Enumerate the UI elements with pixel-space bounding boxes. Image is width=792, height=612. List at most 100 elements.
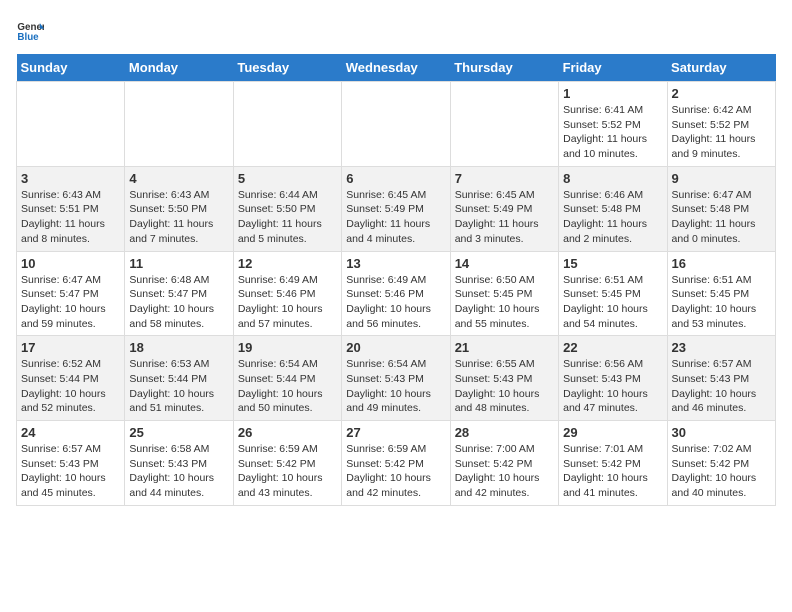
cell-content-line: Daylight: 10 hours and 56 minutes. [346,302,445,331]
cell-content-line: Sunset: 5:49 PM [346,202,445,217]
cell-content-line: Daylight: 10 hours and 44 minutes. [129,471,228,500]
cell-content-line: Daylight: 10 hours and 45 minutes. [21,471,120,500]
cell-content-line: Sunrise: 6:54 AM [346,357,445,372]
cell-content-line: Daylight: 10 hours and 49 minutes. [346,387,445,416]
header: General Blue [16,16,776,44]
logo-icon: General Blue [16,16,44,44]
cell-content-line: Sunset: 5:42 PM [346,457,445,472]
header-day-thursday: Thursday [450,54,558,82]
cell-content-line: Daylight: 10 hours and 55 minutes. [455,302,554,331]
cell-content-line: Sunrise: 6:41 AM [563,103,662,118]
header-day-sunday: Sunday [17,54,125,82]
cell-content-line: Sunset: 5:43 PM [129,457,228,472]
cell-content-line: Daylight: 11 hours and 10 minutes. [563,132,662,161]
cell-content-line: Sunset: 5:48 PM [672,202,771,217]
cell-content-line: Daylight: 10 hours and 59 minutes. [21,302,120,331]
cell-content-line: Sunset: 5:51 PM [21,202,120,217]
cell-content-line: Daylight: 10 hours and 50 minutes. [238,387,337,416]
day-number: 29 [563,425,662,440]
empty-cell [17,82,125,167]
cell-content-line: Sunrise: 6:58 AM [129,442,228,457]
day-cell-23: 23Sunrise: 6:57 AMSunset: 5:43 PMDayligh… [667,336,775,421]
empty-cell [342,82,450,167]
header-day-monday: Monday [125,54,233,82]
day-cell-27: 27Sunrise: 6:59 AMSunset: 5:42 PMDayligh… [342,421,450,506]
cell-content-line: Daylight: 10 hours and 51 minutes. [129,387,228,416]
cell-content-line: Sunrise: 6:42 AM [672,103,771,118]
cell-content-line: Sunrise: 6:53 AM [129,357,228,372]
cell-content-line: Sunrise: 6:51 AM [672,273,771,288]
cell-content-line: Sunrise: 6:44 AM [238,188,337,203]
day-number: 21 [455,340,554,355]
day-cell-19: 19Sunrise: 6:54 AMSunset: 5:44 PMDayligh… [233,336,341,421]
cell-content-line: Sunset: 5:43 PM [563,372,662,387]
cell-content-line: Daylight: 10 hours and 46 minutes. [672,387,771,416]
cell-content-line: Daylight: 11 hours and 8 minutes. [21,217,120,246]
cell-content-line: Sunset: 5:42 PM [672,457,771,472]
day-cell-10: 10Sunrise: 6:47 AMSunset: 5:47 PMDayligh… [17,251,125,336]
day-number: 26 [238,425,337,440]
cell-content-line: Sunrise: 6:43 AM [129,188,228,203]
cell-content-line: Daylight: 10 hours and 54 minutes. [563,302,662,331]
header-day-wednesday: Wednesday [342,54,450,82]
cell-content-line: Daylight: 11 hours and 5 minutes. [238,217,337,246]
day-cell-25: 25Sunrise: 6:58 AMSunset: 5:43 PMDayligh… [125,421,233,506]
cell-content-line: Sunset: 5:50 PM [238,202,337,217]
day-cell-11: 11Sunrise: 6:48 AMSunset: 5:47 PMDayligh… [125,251,233,336]
cell-content-line: Sunset: 5:42 PM [455,457,554,472]
day-number: 1 [563,86,662,101]
day-number: 23 [672,340,771,355]
cell-content-line: Sunset: 5:45 PM [672,287,771,302]
day-cell-20: 20Sunrise: 6:54 AMSunset: 5:43 PMDayligh… [342,336,450,421]
header-row: SundayMondayTuesdayWednesdayThursdayFrid… [17,54,776,82]
day-cell-13: 13Sunrise: 6:49 AMSunset: 5:46 PMDayligh… [342,251,450,336]
day-cell-24: 24Sunrise: 6:57 AMSunset: 5:43 PMDayligh… [17,421,125,506]
cell-content-line: Sunrise: 6:43 AM [21,188,120,203]
cell-content-line: Sunset: 5:47 PM [21,287,120,302]
day-cell-6: 6Sunrise: 6:45 AMSunset: 5:49 PMDaylight… [342,166,450,251]
cell-content-line: Sunrise: 6:59 AM [346,442,445,457]
day-number: 22 [563,340,662,355]
day-number: 7 [455,171,554,186]
cell-content-line: Daylight: 11 hours and 3 minutes. [455,217,554,246]
day-number: 3 [21,171,120,186]
day-cell-28: 28Sunrise: 7:00 AMSunset: 5:42 PMDayligh… [450,421,558,506]
cell-content-line: Sunrise: 6:59 AM [238,442,337,457]
cell-content-line: Sunrise: 7:02 AM [672,442,771,457]
week-row-4: 17Sunrise: 6:52 AMSunset: 5:44 PMDayligh… [17,336,776,421]
week-row-5: 24Sunrise: 6:57 AMSunset: 5:43 PMDayligh… [17,421,776,506]
day-cell-12: 12Sunrise: 6:49 AMSunset: 5:46 PMDayligh… [233,251,341,336]
cell-content-line: Daylight: 11 hours and 7 minutes. [129,217,228,246]
cell-content-line: Daylight: 10 hours and 47 minutes. [563,387,662,416]
day-number: 17 [21,340,120,355]
cell-content-line: Sunset: 5:43 PM [455,372,554,387]
logo: General Blue [16,16,48,44]
day-number: 28 [455,425,554,440]
cell-content-line: Sunrise: 6:47 AM [672,188,771,203]
cell-content-line: Sunset: 5:49 PM [455,202,554,217]
cell-content-line: Sunset: 5:43 PM [672,372,771,387]
calendar-table: SundayMondayTuesdayWednesdayThursdayFrid… [16,54,776,506]
day-cell-29: 29Sunrise: 7:01 AMSunset: 5:42 PMDayligh… [559,421,667,506]
cell-content-line: Daylight: 10 hours and 48 minutes. [455,387,554,416]
empty-cell [233,82,341,167]
day-cell-14: 14Sunrise: 6:50 AMSunset: 5:45 PMDayligh… [450,251,558,336]
day-number: 5 [238,171,337,186]
cell-content-line: Sunrise: 6:48 AM [129,273,228,288]
cell-content-line: Sunrise: 6:46 AM [563,188,662,203]
cell-content-line: Sunset: 5:47 PM [129,287,228,302]
day-cell-7: 7Sunrise: 6:45 AMSunset: 5:49 PMDaylight… [450,166,558,251]
cell-content-line: Sunset: 5:48 PM [563,202,662,217]
cell-content-line: Daylight: 10 hours and 57 minutes. [238,302,337,331]
cell-content-line: Sunset: 5:44 PM [238,372,337,387]
cell-content-line: Sunset: 5:42 PM [238,457,337,472]
cell-content-line: Sunset: 5:50 PM [129,202,228,217]
cell-content-line: Sunset: 5:44 PM [21,372,120,387]
cell-content-line: Sunrise: 6:54 AM [238,357,337,372]
cell-content-line: Daylight: 10 hours and 41 minutes. [563,471,662,500]
day-number: 4 [129,171,228,186]
cell-content-line: Sunset: 5:43 PM [346,372,445,387]
day-cell-4: 4 Sunrise: 6:43 AMSunset: 5:50 PMDaylight… [125,166,233,251]
cell-content-line: Sunset: 5:46 PM [346,287,445,302]
header-day-tuesday: Tuesday [233,54,341,82]
